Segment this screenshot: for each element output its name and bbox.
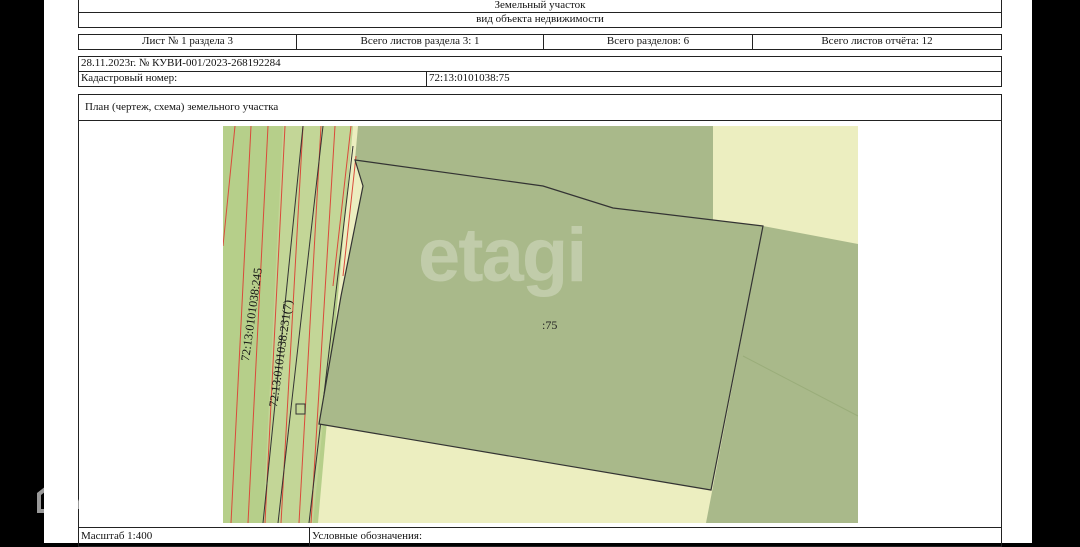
sheet-cell: Лист № 1 раздела 3 [78,34,297,50]
cadastral-value: 72:13:0101038:75 [429,72,510,84]
total-sections: Всего разделов: 6 [606,35,690,47]
cadastral-label-cell: Кадастровый номер: [78,71,427,87]
parcel-75-label: :75 [542,318,558,332]
total-sections-cell: Всего разделов: 6 [543,34,753,50]
cadastral-map [223,126,858,523]
total-sheets-section-cell: Всего листов раздела 3: 1 [296,34,544,50]
scale-cell: Масштаб 1:400 [78,527,310,547]
cadastral-value-cell: 72:13:0101038:75 [426,71,1002,87]
scale-text: Масштаб 1:400 [81,530,153,542]
total-sheets-section: Всего листов раздела 3: 1 [360,35,480,47]
plan-title-row: План (чертеж, схема) земельного участка [78,94,1002,121]
total-sheets-report: Всего листов отчёта: 12 [821,35,933,47]
sheet-number: Лист № 1 раздела 3 [142,35,233,47]
object-title: Земельный участок [494,0,586,11]
date-number-row: 28.11.2023г. № КУВИ-001/2023-268192284 [78,56,1002,72]
object-subtitle-row: вид объекта недвижимости [78,12,1002,28]
domclick-text: Домклик [76,483,180,510]
legend-title: Условные обозначения: [312,530,423,542]
plan-title: План (чертеж, схема) земельного участка [85,101,279,113]
date-number: 28.11.2023г. № КУВИ-001/2023-268192284 [81,57,281,69]
legend-cell: Условные обозначения: [309,527,1002,547]
total-sheets-report-cell: Всего листов отчёта: 12 [752,34,1002,50]
domclick-logo-icon [37,480,69,513]
etagi-watermark: etagi [418,213,587,298]
domclick-watermark: Домклик [36,480,180,514]
object-subtitle: вид объекта недвижимости [476,13,604,25]
cadastral-label: Кадастровый номер: [81,72,178,84]
